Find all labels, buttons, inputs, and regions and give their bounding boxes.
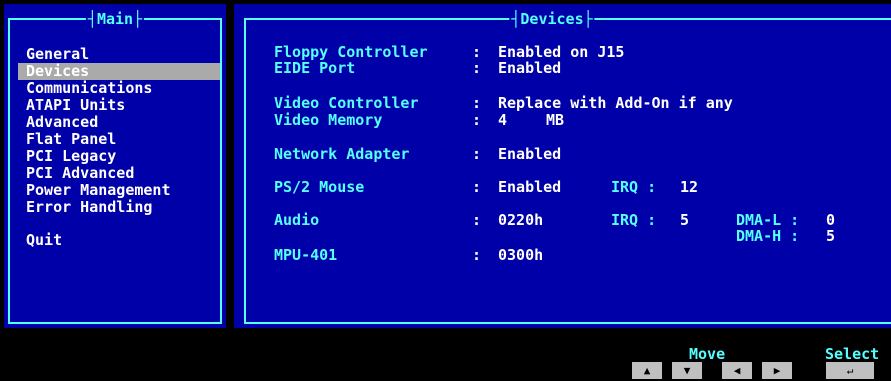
main-menu-title: ┤Main├ <box>85 10 145 28</box>
eide-port-separator: : <box>472 59 482 77</box>
video-controller-label: Video Controller <box>274 94 419 112</box>
menu-item-advanced[interactable]: Advanced <box>18 114 220 131</box>
audio-dma-l-value[interactable]: 0 <box>826 212 835 228</box>
menu-item-flat-panel[interactable]: Flat Panel <box>18 131 220 148</box>
menu-item-power-management[interactable]: Power Management <box>18 182 220 199</box>
main-menu-panel: ┤Main├ General Devices Communications AT… <box>4 4 226 328</box>
ps2-mouse-irq-value[interactable]: 12 <box>680 179 698 195</box>
network-adapter-separator: : <box>472 145 482 163</box>
video-memory-separator: : <box>472 111 482 129</box>
eide-port-value[interactable]: Enabled <box>498 60 561 76</box>
audio-label: Audio <box>274 211 320 229</box>
audio-dma-h-value[interactable]: 5 <box>826 228 835 244</box>
audio-irq-label: IRQ : <box>611 211 657 229</box>
ps2-mouse-label: PS/2 Mouse <box>274 178 365 196</box>
menu-item-pci-advanced[interactable]: PCI Advanced <box>18 165 220 182</box>
main-menu-list: General Devices Communications ATAPI Uni… <box>18 46 220 249</box>
menu-item-error-handling[interactable]: Error Handling <box>18 199 220 216</box>
audio-separator: : <box>472 211 482 229</box>
network-adapter-label: Network Adapter <box>274 145 410 163</box>
video-memory-label: Video Memory <box>274 111 383 129</box>
ps2-mouse-value[interactable]: Enabled <box>498 179 561 195</box>
mpu401-separator: : <box>472 246 482 264</box>
menu-item-atapi-units[interactable]: ATAPI Units <box>18 97 220 114</box>
menu-item-devices[interactable]: Devices <box>18 63 220 80</box>
audio-dma-l-label: DMA-L : <box>736 211 800 229</box>
audio-dma-h-label: DMA-H : <box>736 227 800 245</box>
mpu401-value[interactable]: 0300h <box>498 247 543 263</box>
menu-item-pci-legacy[interactable]: PCI Legacy <box>18 148 220 165</box>
network-adapter-value[interactable]: Enabled <box>498 146 561 162</box>
audio-value[interactable]: 0220h <box>498 212 543 228</box>
video-controller-separator: : <box>472 94 482 112</box>
select-hint-label: Select <box>825 345 880 363</box>
mpu401-label: MPU-401 <box>274 246 338 264</box>
arrow-up-icon: ▲ <box>632 362 662 379</box>
devices-title: ┤Devices├ <box>509 10 595 28</box>
floppy-controller-label: Floppy Controller <box>274 43 428 61</box>
arrow-right-icon: ▶ <box>762 362 792 379</box>
arrow-down-icon: ▼ <box>672 362 702 379</box>
ps2-mouse-irq-label: IRQ : <box>611 178 657 196</box>
floppy-controller-separator: : <box>472 43 482 61</box>
floppy-controller-value[interactable]: Enabled on J15 <box>498 44 624 60</box>
video-memory-value[interactable]: 4 <box>498 112 507 128</box>
menu-item-quit[interactable]: Quit <box>18 232 220 249</box>
arrow-left-icon: ◀ <box>722 362 752 379</box>
audio-irq-value[interactable]: 5 <box>680 212 689 228</box>
menu-item-communications[interactable]: Communications <box>18 80 220 97</box>
menu-item-general[interactable]: General <box>18 46 220 63</box>
video-memory-unit: MB <box>546 111 565 129</box>
video-controller-value[interactable]: Replace with Add-On if any <box>498 95 733 111</box>
move-hint-label: Move <box>689 345 726 363</box>
enter-key-icon: ↵ <box>826 362 874 379</box>
ps2-mouse-separator: : <box>472 178 482 196</box>
eide-port-label: EIDE Port <box>274 59 356 77</box>
